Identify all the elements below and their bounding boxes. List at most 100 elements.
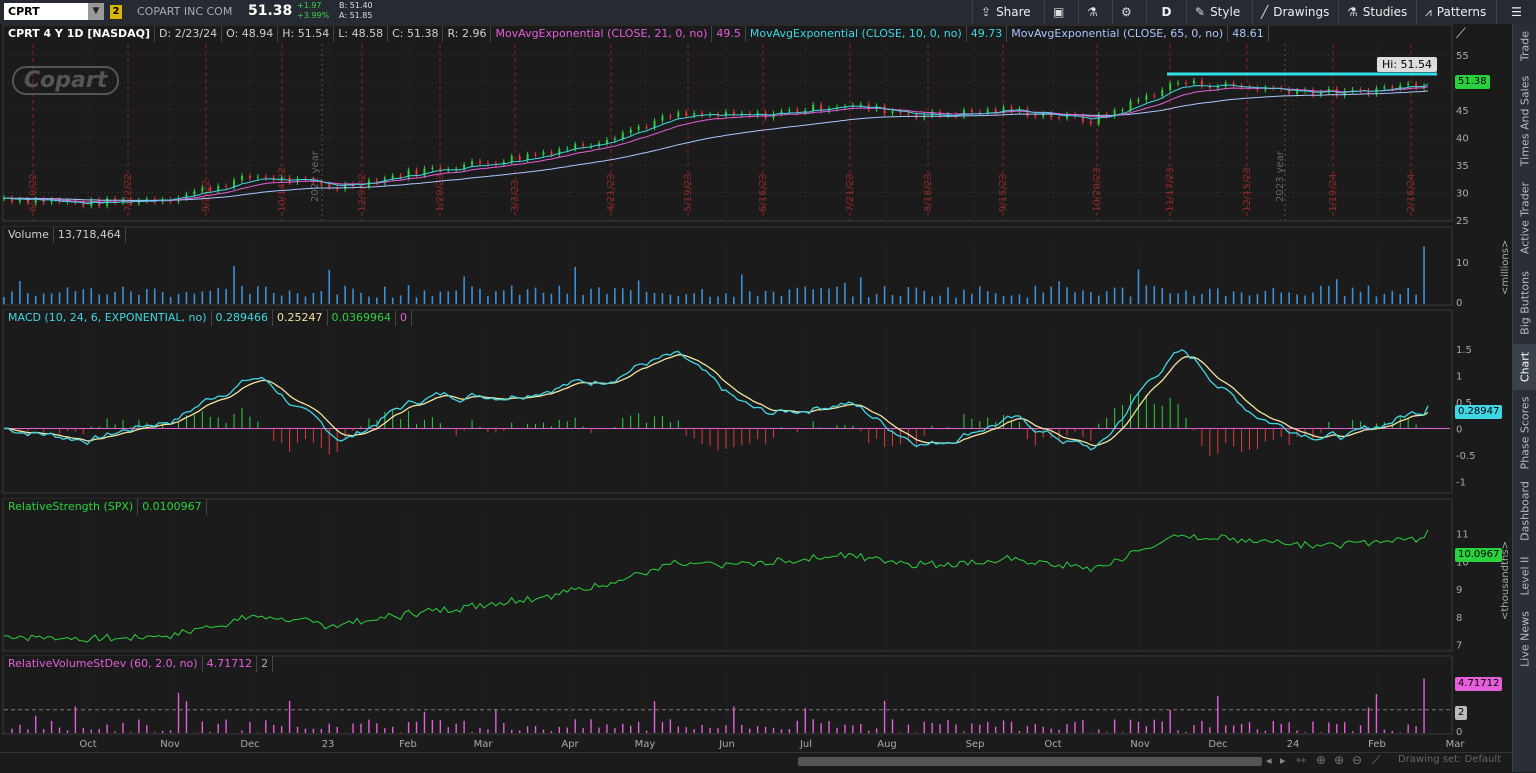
link-badge[interactable]: 2: [110, 5, 122, 19]
studies-button[interactable]: ⚗Studies: [1338, 0, 1416, 24]
rv-bar: [265, 720, 266, 733]
sidebar-tab-active-trader[interactable]: Active Trader: [1513, 174, 1536, 262]
ema10-label[interactable]: MovAvgExponential (CLOSE, 10, 0, no): [746, 26, 967, 42]
expand-icon[interactable]: ⇿: [1296, 753, 1306, 767]
price-candle-body: [1296, 91, 1298, 94]
drawing-set-label[interactable]: Drawing set: Default: [1398, 754, 1501, 765]
macd-label[interactable]: MACD (10, 24, 6, EXPONENTIAL, no): [4, 310, 212, 326]
volume-bar: [1360, 292, 1362, 304]
price-candle-body: [257, 177, 259, 178]
share-button[interactable]: ⇪ Share: [972, 0, 1044, 24]
drawings-button[interactable]: ╱Drawings: [1252, 0, 1338, 24]
price-candle-body: [487, 163, 489, 164]
volume-bar: [1423, 246, 1425, 304]
chevron-down-icon[interactable]: ▼: [88, 3, 104, 20]
sidebar-tab-label: Big Buttons: [1519, 271, 1532, 335]
volume-bar: [424, 291, 426, 304]
rv-bar: [1146, 726, 1147, 733]
volume-bar: [701, 289, 703, 304]
price-candle-body: [884, 106, 886, 113]
year-2022-label: 2022 year: [310, 150, 321, 202]
rv-bar: [432, 720, 433, 733]
price-candle-body: [622, 133, 624, 139]
sidebar-tab-big-buttons[interactable]: Big Buttons: [1513, 264, 1536, 342]
volume-bar: [1019, 294, 1021, 304]
scroll-left-icon[interactable]: ◂: [1266, 754, 1272, 767]
volume-bar: [360, 293, 362, 304]
scroll-right-icon[interactable]: ▸: [1280, 754, 1286, 767]
volume-bar: [1280, 293, 1282, 304]
snapshot-button[interactable]: ▣: [1044, 0, 1078, 24]
volume-bar: [1273, 288, 1275, 304]
zoom-out-icon[interactable]: ⊖: [1352, 753, 1362, 767]
price-candle-body: [661, 116, 663, 120]
rv-bar: [828, 721, 829, 733]
flask-button[interactable]: ⚗: [1078, 0, 1112, 24]
sidebar-tab-live-news[interactable]: Live News: [1513, 606, 1536, 672]
rv-bar: [1154, 720, 1155, 733]
macd-axis-tick: -1: [1456, 477, 1466, 488]
share-icon: ⇪: [981, 0, 991, 24]
chart-area[interactable]: 6/10/227/22/229/2/2210/14/2212/9/221/20/…: [0, 24, 1512, 752]
menu-button[interactable]: ☰: [1496, 0, 1536, 24]
horizontal-scrollbar[interactable]: [798, 757, 1262, 766]
rv-pane-header: RelativeVolumeStDev (60, 2.0, no) 4.7171…: [4, 656, 273, 672]
aggregation-button[interactable]: D: [1146, 0, 1186, 24]
ask-value: A: 51.85: [339, 11, 373, 21]
rv-bar: [852, 725, 853, 733]
sidebar-tab-times-and-sales[interactable]: Times And Sales: [1513, 70, 1536, 172]
x-axis-label: Mar: [1446, 739, 1466, 750]
volume-bar: [606, 294, 608, 304]
pan-icon[interactable]: ⟋: [1372, 753, 1380, 768]
settings-button[interactable]: ⚙: [1112, 0, 1146, 24]
marker-date-label: 8/18/23: [923, 173, 934, 212]
volume-bar: [1114, 288, 1116, 304]
volume-label[interactable]: Volume: [4, 227, 54, 243]
rv-bar: [1217, 696, 1218, 733]
rv-bar: [543, 730, 544, 733]
rs-label[interactable]: RelativeStrength (SPX): [4, 499, 138, 515]
patterns-button[interactable]: ⩘Patterns: [1416, 0, 1496, 24]
zoom-reset-icon[interactable]: ⊕: [1316, 753, 1326, 767]
change-pct: +3.99%: [297, 11, 329, 21]
rv-bar: [1352, 731, 1353, 733]
ema65-label[interactable]: MovAvgExponential (CLOSE, 65, 0, no): [1007, 26, 1228, 42]
zoom-in-icon[interactable]: ⊕: [1334, 753, 1344, 767]
rv-label[interactable]: RelativeVolumeStDev (60, 2.0, no): [4, 656, 203, 672]
rv-bar: [551, 731, 552, 733]
volume-bar: [598, 287, 600, 304]
sidebar-tab-level-ii[interactable]: Level II: [1513, 548, 1536, 604]
sidebar-tab-dashboard[interactable]: Dashboard: [1513, 476, 1536, 546]
sidebar-tab-phase-scores[interactable]: Phase Scores: [1513, 392, 1536, 474]
volume-bar: [860, 277, 862, 304]
share-label: Share: [996, 5, 1031, 19]
ema21-label[interactable]: MovAvgExponential (CLOSE, 21, 0, no): [491, 26, 712, 42]
style-button[interactable]: ✎Style: [1186, 0, 1252, 24]
symbol-input[interactable]: CPRT ▼: [4, 3, 104, 20]
rv-axis-tick: 0: [1456, 727, 1462, 738]
volume-bar: [194, 294, 196, 304]
rv-bar: [1074, 722, 1075, 733]
rv-bar: [1304, 732, 1305, 733]
rv-bar: [35, 716, 36, 733]
volume-bar: [11, 291, 13, 304]
price-axis-tick: 45: [1456, 106, 1469, 117]
rv-bar: [559, 727, 560, 733]
sidebar-tab-chart[interactable]: Chart: [1513, 344, 1536, 390]
sidebar-tab-label: Live News: [1519, 611, 1532, 667]
rv-bar: [1376, 694, 1377, 733]
chart-symbol-label[interactable]: CPRT 4 Y 1D [NASDAQ]: [4, 26, 155, 42]
price-candle-body: [979, 112, 981, 113]
volume-bar: [328, 270, 330, 304]
drawings-label: Drawings: [1273, 5, 1329, 19]
volume-bar: [797, 288, 799, 304]
sidebar-tab-trade[interactable]: Trade: [1513, 24, 1536, 68]
volume-bar: [551, 294, 553, 304]
drawing-tool-icon[interactable]: ⟋: [1456, 26, 1474, 44]
rv-bar: [678, 726, 679, 733]
marker-date-label: 7/21/23: [845, 173, 856, 212]
rv-bar: [844, 725, 845, 733]
symbol-value: CPRT: [8, 5, 40, 18]
price-candle-body: [796, 110, 798, 113]
volume-axis-tick: 0: [1456, 298, 1462, 309]
